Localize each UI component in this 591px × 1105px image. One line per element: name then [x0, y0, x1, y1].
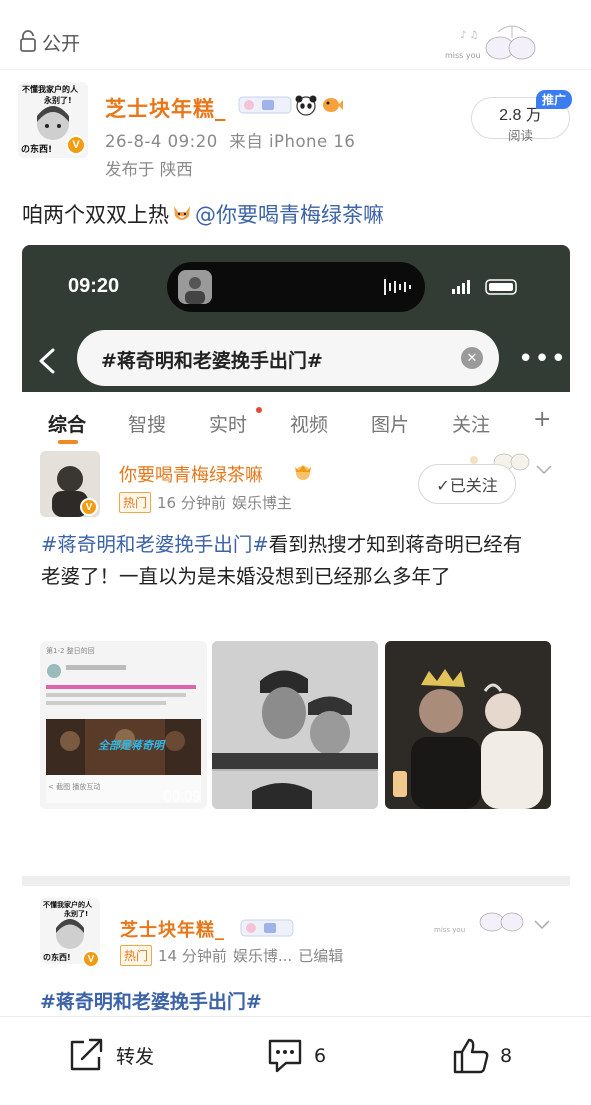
- follow-button[interactable]: ✓已关注: [418, 464, 516, 504]
- search-bar[interactable]: #蒋奇明和老婆挽手出门# ✕: [77, 330, 499, 386]
- hot-tag: 热门: [119, 492, 152, 513]
- second-hashtag[interactable]: #蒋奇明和老婆挽手出门#: [40, 987, 262, 1014]
- verified-badge: V: [66, 135, 86, 155]
- repost-label: 转发: [116, 1045, 155, 1068]
- photo-night-couple[interactable]: [385, 641, 551, 809]
- comment-button[interactable]: 6: [266, 1037, 326, 1075]
- tab-images[interactable]: 图片: [371, 410, 409, 437]
- avatar-text-bottom: の东西!: [21, 143, 52, 155]
- tab-video[interactable]: 视频: [290, 410, 328, 437]
- video-thumbnail[interactable]: 第1-2 整日的回 < 截图 播放互动 全部是蒋奇明 00:09: [40, 641, 207, 809]
- second-author-role: 娱乐博...: [232, 947, 293, 965]
- post-location: 发布于 陕西: [105, 160, 193, 179]
- back-arrow-icon[interactable]: [37, 348, 57, 374]
- active-tab-indicator: [58, 440, 78, 444]
- audio-wave-icon: [384, 279, 411, 295]
- inner-verified-badge: V: [80, 498, 98, 516]
- screenshot-header: 09:20 #蒋奇明和老婆挽手出门# ✕ •••: [22, 245, 570, 392]
- member-badge-icon: [238, 96, 292, 114]
- second-edited: 已编辑: [298, 947, 344, 965]
- second-chevron-down-icon[interactable]: [534, 920, 550, 930]
- author-name[interactable]: 芝士块年糕_: [105, 93, 227, 123]
- bottom-action-bar: 转发 6 8: [0, 1016, 591, 1105]
- like-button[interactable]: 8: [452, 1037, 512, 1075]
- comment-count: 6: [314, 1045, 327, 1067]
- second-member-badge-icon: [240, 919, 294, 937]
- tab-add[interactable]: +: [533, 407, 551, 432]
- second-hot-tag: 热门: [120, 945, 153, 966]
- second-verified-badge: V: [82, 950, 100, 968]
- post-meta: 26-8-4 09:20 来自 iPhone 16: [105, 128, 355, 152]
- second-author-name[interactable]: 芝士块年糕_: [120, 916, 225, 942]
- tab-realtime[interactable]: 实时: [209, 410, 247, 437]
- video-duration: 00:09: [163, 788, 201, 805]
- inner-author-name[interactable]: 你要喝青梅绿茶嘛: [119, 461, 263, 487]
- inner-post-meta: 热门 16 分钟前 娱乐博主: [119, 492, 292, 513]
- second-post-time: 14 分钟前: [158, 947, 227, 965]
- post-date: 26-8-4 09:20: [105, 132, 218, 151]
- inner-post-body: #蒋奇明和老婆挽手出门#看到热搜才知到蒋奇明已经有老婆了！一直以为是未婚没想到已…: [41, 529, 541, 593]
- status-time: 09:20: [68, 275, 120, 297]
- visibility-label[interactable]: 公开: [42, 29, 80, 56]
- top-divider: [0, 69, 591, 70]
- video-banner: 全部是蒋奇明: [98, 739, 164, 752]
- like-count: 8: [500, 1045, 513, 1067]
- avatar-text-mid: 永别了!: [43, 95, 72, 105]
- like-icon: [453, 1038, 489, 1074]
- lock-icon: [20, 30, 36, 52]
- read-label: 阅读: [507, 128, 533, 143]
- tab-comprehensive[interactable]: 综合: [48, 410, 86, 437]
- comment-bubble-icon: [268, 1039, 302, 1073]
- cloud-decoration-icon: miss you ♪ ♫: [445, 25, 536, 60]
- photo-grid: 第1-2 整日的回 < 截图 播放互动 全部是蒋奇明 00:09: [40, 641, 552, 809]
- second-cloud-decoration-icon: miss you: [434, 912, 524, 934]
- tab-smart-search[interactable]: 智搜: [128, 410, 166, 437]
- svg-text:の东西!: の东西!: [43, 952, 71, 962]
- crown-badge-icon: [295, 465, 311, 480]
- corgi-emoji-icon: [174, 206, 190, 220]
- inner-author-role: 娱乐博主: [231, 494, 292, 512]
- fish-icon: [323, 98, 343, 112]
- svg-text:♪ ♫: ♪ ♫: [460, 30, 479, 41]
- clear-icon[interactable]: ✕: [461, 347, 483, 369]
- section-divider: [22, 876, 570, 886]
- island-album-art: [178, 270, 212, 304]
- post-source: 来自 iPhone 16: [229, 132, 356, 151]
- inner-hashtag[interactable]: #蒋奇明和老婆挽手出门#: [41, 533, 269, 556]
- more-icon[interactable]: •••: [518, 346, 567, 372]
- author-badges: [238, 92, 344, 118]
- promoted-badge: 推广: [536, 90, 572, 109]
- panda-icon: [295, 95, 317, 116]
- svg-text:miss you: miss you: [434, 926, 465, 934]
- video-bottom-text: < 截图 播放互动: [48, 782, 100, 791]
- status-icons: [452, 279, 517, 295]
- mention-link[interactable]: @你要喝青梅绿茶嘛: [195, 203, 384, 227]
- post-text-body: 咱两个双双上热: [22, 203, 169, 227]
- repost-button[interactable]: 转发: [68, 1037, 154, 1073]
- tab-following[interactable]: 关注: [452, 410, 490, 437]
- video-small-text: 第1-2 整日的回: [46, 646, 95, 655]
- decor-text: miss you: [445, 51, 481, 60]
- svg-text:不懂我家户的人: 不懂我家户的人: [43, 900, 93, 909]
- avatar-text-top: 不懂我家户的人: [22, 84, 79, 94]
- svg-text:永别了!: 永别了!: [63, 909, 88, 918]
- realtime-red-dot: [256, 407, 262, 413]
- chevron-down-icon[interactable]: [536, 465, 552, 475]
- search-tabs: 综合 智搜 实时 视频 图片 关注 +: [22, 392, 570, 444]
- search-query: #蒋奇明和老婆挽手出门#: [101, 350, 323, 372]
- top-bar: 公开 miss you ♪ ♫: [0, 14, 591, 70]
- embedded-screenshot[interactable]: 09:20 #蒋奇明和老婆挽手出门# ✕ ••• 综合 智搜 实时 视频 图片 …: [22, 245, 570, 828]
- repost-icon: [70, 1038, 103, 1071]
- photo-selfie-bw[interactable]: [212, 641, 378, 809]
- post-text: 咱两个双双上热 @你要喝青梅绿茶嘛: [22, 199, 384, 229]
- inner-post-time: 16 分钟前: [157, 494, 226, 512]
- second-post-meta: 热门 14 分钟前 娱乐博... 已编辑: [120, 945, 343, 966]
- dynamic-island: [167, 262, 425, 312]
